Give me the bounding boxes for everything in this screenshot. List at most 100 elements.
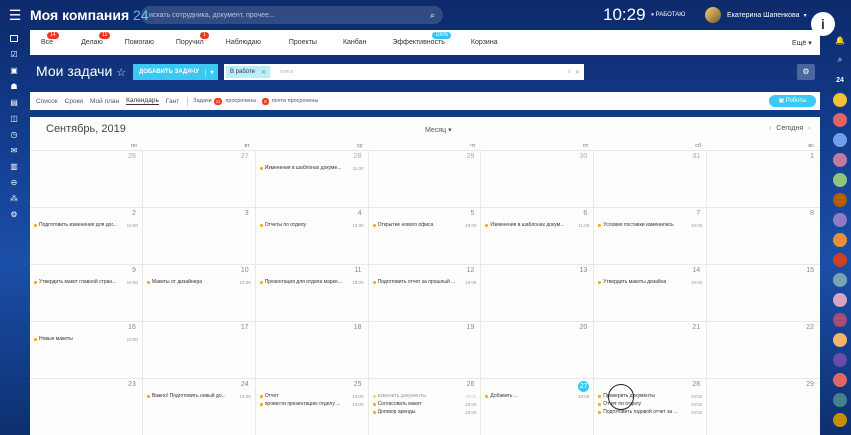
avatar[interactable] [829, 130, 851, 150]
tab-helping[interactable]: Помогаю [125, 39, 154, 46]
chat-icon[interactable]: ▣ [0, 62, 28, 78]
settings-button[interactable]: ⚙ [797, 64, 815, 80]
avatar[interactable] [829, 150, 851, 170]
calendar-event[interactable]: Открытие нового офиса 19:00 [372, 222, 476, 228]
calendar-day[interactable]: 1 [707, 151, 820, 207]
search-icon[interactable]: ⌕ [568, 69, 571, 76]
calendar-day[interactable]: 11 Презентация для отдела марке... 19:00 [256, 265, 369, 321]
view-gantt[interactable]: Гант [166, 98, 179, 105]
tab-doing[interactable]: Делаю 11 [81, 32, 111, 46]
add-task-button[interactable]: ДОБАВИТЬ ЗАДАЧУ ▾ [133, 64, 218, 80]
calendar-day[interactable]: 26 [30, 151, 143, 207]
calendar-day[interactable]: 29 [369, 151, 482, 207]
calendar-event[interactable]: изменить документы 19:00 [372, 393, 476, 399]
calendar-day[interactable]: 10 Макеты от дизайнера 19:00 [143, 265, 256, 321]
tasks-icon[interactable]: ☑ [0, 46, 28, 62]
calendar-event[interactable]: Согласовать макет 19:00 [372, 401, 476, 407]
settings-icon[interactable]: ⚙ [0, 206, 28, 222]
calendar-day[interactable]: 31 [594, 151, 708, 207]
calendar-event[interactable]: Договор аренды 19:00 [372, 409, 476, 415]
avatar[interactable] [829, 390, 851, 410]
calendar-day[interactable]: 22 [707, 322, 820, 378]
avatar[interactable] [829, 350, 851, 370]
tab-assigned[interactable]: Поручил 1 [176, 32, 209, 46]
shop-icon[interactable]: ▥ [0, 158, 28, 174]
calendar-day[interactable]: 21 [594, 322, 708, 378]
calendar-event[interactable]: Утвердить макет главной стран... 19:00 [34, 279, 138, 285]
crm-icon[interactable]: ✉ [0, 142, 28, 158]
view-list[interactable]: Список [36, 98, 58, 105]
calendar-event[interactable]: Условия поставки изменились 19:00 [598, 222, 702, 228]
more-menu[interactable]: Ещё ▾ [792, 39, 812, 47]
calendar-day[interactable]: 27 Добавить ... 19:00 [481, 379, 595, 435]
search-icon[interactable]: ⌕ [430, 10, 435, 21]
calendar-event[interactable]: Подготовить изменения для дог... 19:00 [34, 222, 138, 228]
calendar-day[interactable]: 2 Подготовить изменения для дог... 19:00 [30, 208, 143, 264]
global-search[interactable]: искать сотрудника, документ, прочее... ⌕ [141, 6, 443, 24]
overdue-label[interactable]: просрочены [225, 98, 256, 104]
calendar-day[interactable]: 18 [256, 322, 369, 378]
calendar-day[interactable]: 13 [481, 265, 595, 321]
calendar-day[interactable]: 8 [707, 208, 820, 264]
calendar-day[interactable]: 25 Отчет 19:00 провести презентацию отделу … [256, 379, 369, 435]
almost-overdue-label[interactable]: почти просрочены [272, 98, 319, 104]
sitemap-icon[interactable]: ⁂ [0, 190, 28, 206]
calendar-day[interactable]: 12 Подготовить отчет за прошлый ... 19:00 [369, 265, 482, 321]
tab-efficiency[interactable]: Эффективность 100% [392, 32, 452, 46]
calendar-event[interactable]: Изменения в шаблонах докуме... 11:00 [259, 165, 364, 171]
tab-all[interactable]: Все 14 [41, 32, 59, 46]
calendar-day[interactable]: 24 Важно! Подготовить новый до... 19:00 [143, 379, 256, 435]
close-icon[interactable]: ✕ [575, 69, 580, 76]
chevron-down-icon[interactable]: ▾ [205, 68, 218, 76]
avatar[interactable] [829, 110, 851, 130]
calendar-day[interactable]: 30 [481, 151, 595, 207]
company-logo[interactable]: Моя компания 24 [30, 7, 149, 23]
counter-badge[interactable]: 24 [829, 70, 851, 90]
today-button[interactable]: Сегодня [776, 125, 803, 132]
filter-chip[interactable]: В работе ✕ [226, 66, 271, 78]
tab-trash[interactable]: Корзина [471, 39, 498, 46]
user-menu[interactable]: Екатерина Шапенкова ▾ [727, 12, 807, 19]
calendar-event[interactable]: Подготовить отчет за прошлый ... 19:00 [372, 279, 476, 285]
calendar-event[interactable]: Отчеты по отделу 16:30 [259, 222, 364, 228]
calendar-day[interactable]: 15 [707, 265, 820, 321]
avatar[interactable] [829, 230, 851, 250]
notifications-icon[interactable]: 🔔 [829, 30, 851, 50]
menu-icon[interactable]: ☰ [0, 7, 30, 24]
clock-icon[interactable]: ◷ [0, 126, 28, 142]
calendar-day[interactable]: 14 Утвердить макеты дизайна 19:00 [594, 265, 708, 321]
calendar-day[interactable]: 16 Новые макеты 19:00 [30, 322, 143, 378]
filter-search[interactable]: В работе ✕ поиск ⌕ ✕ [224, 64, 584, 80]
user-avatar[interactable] [705, 7, 721, 23]
calendar-event[interactable]: Презентация для отдела марке... 19:00 [259, 279, 364, 285]
overdue-count[interactable]: 11 [213, 97, 223, 105]
calendar-icon[interactable]: ▤ [0, 94, 28, 110]
calendar-day[interactable]: 4 Отчеты по отделу 16:30 [256, 208, 369, 264]
calendar-event[interactable]: Изменения в шаблонах докум... 11:00 [485, 222, 589, 228]
avatar[interactable] [829, 210, 851, 230]
calendar-event[interactable]: Утвердить макеты дизайна 19:00 [598, 279, 702, 285]
search-icon[interactable]: ⌕ [829, 50, 851, 70]
calendar-event[interactable]: Новые макеты 19:00 [34, 336, 138, 342]
tab-kanban[interactable]: Канбан [343, 39, 366, 46]
calendar-day[interactable]: 5 Открытие нового офиса 19:00 [369, 208, 482, 264]
chevron-left-icon[interactable]: ‹ [769, 125, 771, 132]
view-deadlines[interactable]: Сроки [65, 98, 83, 105]
almost-overdue-count[interactable]: 8 [262, 97, 269, 105]
avatar[interactable] [829, 330, 851, 350]
calendar-day[interactable]: 17 [143, 322, 256, 378]
avatar[interactable] [829, 410, 851, 430]
tab-watching[interactable]: Наблюдаю [226, 39, 261, 46]
avatar[interactable] [829, 290, 851, 310]
calendar-event[interactable]: Макеты от дизайнера 19:00 [146, 279, 251, 285]
clock[interactable]: 10:29 [603, 5, 647, 25]
calendar-day[interactable]: 3 [143, 208, 256, 264]
calendar-day[interactable]: 6 Изменения в шаблонах докум... 11:00 [481, 208, 595, 264]
view-calendar[interactable]: Календарь [126, 97, 159, 105]
star-icon[interactable]: ☆ [116, 67, 126, 79]
more-icon[interactable]: ⊖ [0, 174, 28, 190]
calendar-day[interactable]: 19 [369, 322, 482, 378]
calendar-day[interactable]: 20 [481, 322, 595, 378]
view-plan[interactable]: Мой план [90, 98, 119, 105]
avatar[interactable] [829, 170, 851, 190]
